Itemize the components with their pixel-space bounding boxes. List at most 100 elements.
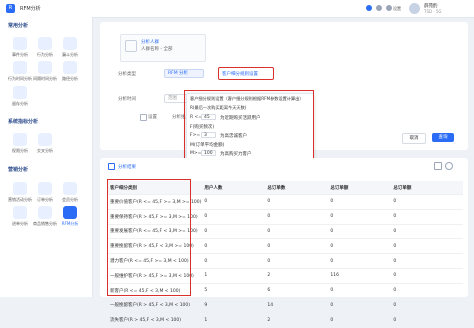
table-cell: 0: [264, 209, 328, 225]
sidebar-item-behavior[interactable]: 行为分析: [32, 52, 58, 58]
table-row: 流失客户(R > 45,F < 3,M < 100) 1 2 0 0: [107, 312, 463, 328]
order-icon[interactable]: [38, 182, 52, 195]
permission-icon[interactable]: [13, 133, 27, 146]
table-cell: 5: [201, 283, 265, 299]
sidebar-item-event[interactable]: 事件分析: [7, 52, 33, 58]
sidebar-item-sales[interactable]: 商品销售分析: [30, 221, 60, 227]
chart-icon: [108, 163, 115, 170]
sidebar-section-title: 系统指标分析: [8, 119, 39, 125]
help-icon[interactable]: [366, 5, 372, 11]
table-cell: 0: [327, 283, 391, 299]
app-title: RFM分析: [20, 6, 41, 12]
sidebar-item-funnel[interactable]: 漏斗分析: [57, 52, 83, 58]
table-cell: 0: [390, 194, 463, 210]
query-button[interactable]: 查询: [432, 133, 454, 142]
table-cell: 0: [327, 194, 391, 210]
segment-column-highlight: [107, 179, 191, 296]
app-logo: R: [6, 4, 15, 13]
sidebar-item-path[interactable]: 路径分析: [57, 76, 83, 82]
column-header: 用户人数: [201, 181, 265, 195]
table-cell: 0: [201, 238, 265, 255]
table-cell: 0: [327, 224, 391, 240]
table-cell: 0: [264, 253, 328, 269]
retention-icon[interactable]: [13, 86, 27, 99]
event-icon[interactable]: [13, 37, 27, 50]
f-note: 为高忠诚客户: [220, 134, 247, 139]
sidebar-item-member[interactable]: 会员分析: [57, 197, 83, 203]
column-header: 总订单数: [264, 181, 328, 195]
popup-subtitle: R(最后一次购买距离今天天数): [190, 105, 247, 110]
column-header: 总订单额: [390, 181, 463, 195]
column-header: 总订单额: [327, 181, 391, 195]
sidebar-item-interval[interactable]: 间隔时间分析: [30, 76, 60, 82]
custom-rule-button[interactable]: 客户细分规则设置: [222, 71, 258, 77]
sidebar: [0, 17, 93, 297]
language-switch[interactable]: 设置: [393, 6, 401, 12]
setting-checkbox[interactable]: [140, 114, 147, 121]
cross-icon[interactable]: [38, 133, 52, 146]
table-cell: 0: [327, 253, 391, 269]
table-cell: 0: [327, 209, 391, 225]
table-cell: 0: [390, 312, 463, 328]
behavior-icon[interactable]: [38, 37, 52, 50]
table-cell: 0: [201, 224, 265, 240]
download-icon[interactable]: [434, 162, 442, 170]
sidebar-item-marketing[interactable]: 营销活动分析: [5, 197, 35, 203]
marketing-icon[interactable]: [13, 182, 27, 195]
sidebar-item-retention[interactable]: 留存分析: [7, 101, 33, 107]
sidebar-item-cross[interactable]: 交叉分析: [32, 148, 58, 154]
top-bar: [0, 0, 474, 18]
sidebar-section-title: 营销分析: [8, 167, 29, 173]
member-icon[interactable]: [63, 182, 77, 195]
analysis-object-desc: 人群名称 - 全部: [141, 47, 173, 52]
m-threshold-input[interactable]: 100: [201, 150, 216, 156]
f-threshold-input[interactable]: 3: [201, 132, 216, 138]
entry-icon[interactable]: [13, 206, 27, 219]
table-cell: 0: [390, 209, 463, 225]
table-cell: 0: [327, 312, 391, 328]
r-threshold-input[interactable]: 45: [201, 114, 216, 120]
table-cell: 0: [390, 298, 463, 314]
refresh-icon[interactable]: [445, 162, 453, 170]
table-cell: 0: [201, 209, 265, 225]
model-select[interactable]: RFM 分析: [164, 69, 204, 78]
table-cell: 0: [327, 298, 391, 314]
analysis-object-title: 分析人群: [141, 40, 159, 45]
popup-title: 客户细分规则设置（客户细分规则根据RFM参数设置计算出）: [190, 96, 304, 101]
table-cell: 116: [327, 268, 391, 284]
funnel-icon[interactable]: [63, 37, 77, 50]
f-label: F(购买频次): [190, 125, 215, 130]
user-role: TSD · 5G: [424, 9, 442, 14]
table-cell: 1: [201, 268, 265, 284]
table-cell: 0: [201, 253, 265, 269]
table-cell: 0: [264, 224, 328, 240]
cancel-button[interactable]: 取消: [402, 133, 426, 144]
segment-cell: 流失客户(R > 45,F < 3,M < 100): [107, 312, 202, 328]
time-icon[interactable]: [13, 61, 27, 74]
table-cell: 0: [390, 224, 463, 240]
sidebar-item-order[interactable]: 订单分析: [32, 197, 58, 203]
sidebar-item-permission[interactable]: 权限分析: [7, 148, 33, 154]
table-cell: 0: [201, 194, 265, 210]
user-group-icon: [125, 40, 137, 52]
avatar[interactable]: [409, 3, 420, 14]
path-icon[interactable]: [63, 61, 77, 74]
rfm-icon[interactable]: [63, 206, 77, 219]
table-cell: 0: [390, 283, 463, 299]
table-cell: 2: [264, 268, 328, 284]
m-note: 为高购买力客户: [220, 152, 252, 157]
table-cell: 2: [264, 312, 328, 328]
table-cell: 1: [201, 312, 265, 328]
m-label: M(订单平均金额): [190, 143, 225, 148]
interval-icon[interactable]: [38, 61, 52, 74]
table-cell: 0: [264, 194, 328, 210]
results-title: 分析结果: [118, 165, 136, 170]
sales-icon[interactable]: [38, 206, 52, 219]
settings-icon[interactable]: [386, 5, 392, 11]
r-note: 为近期购买活跃用户: [220, 116, 261, 121]
table-cell: 0: [327, 238, 391, 255]
setting-checkbox-label: 设置: [148, 115, 157, 120]
sidebar-item-rfm[interactable]: RFM分析: [57, 221, 83, 227]
m-prefix: M>=: [190, 151, 202, 156]
bell-icon[interactable]: [376, 5, 382, 11]
